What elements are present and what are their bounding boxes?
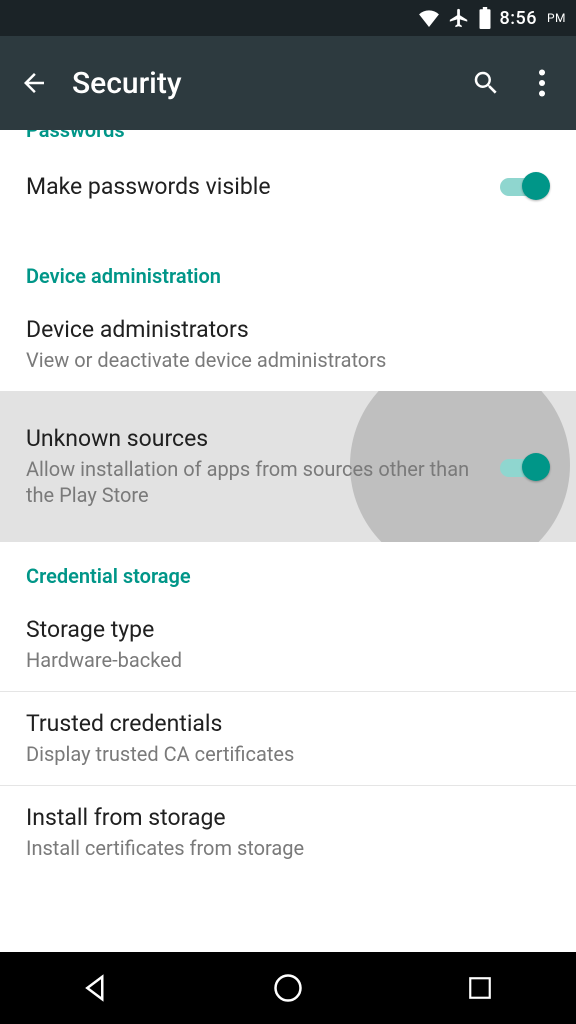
device-administrators-label: Device administrators [26,316,550,343]
section-passwords: Passwords [0,130,576,152]
device-administrators-item[interactable]: Device administrators View or deactivate… [0,298,576,391]
device-administrators-sub: View or deactivate device administrators [26,347,550,373]
back-button[interactable] [6,55,62,111]
page-title: Security [72,66,458,101]
section-device-admin: Device administration [0,242,576,298]
section-credential-storage: Credential storage [0,542,576,598]
storage-type-label: Storage type [26,616,550,643]
search-button[interactable] [458,55,514,111]
nav-recents-button[interactable] [430,964,530,1012]
trusted-credentials-item[interactable]: Trusted credentials Display trusted CA c… [0,692,576,785]
unknown-sources-sub: Allow installation of apps from sources … [26,456,486,508]
storage-type-item[interactable]: Storage type Hardware-backed [0,598,576,691]
unknown-sources-label: Unknown sources [26,425,486,452]
battery-icon [478,7,492,29]
wifi-icon [418,9,440,27]
nav-home-button[interactable] [238,964,338,1012]
navigation-bar [0,952,576,1024]
unknown-sources-item[interactable]: Unknown sources Allow installation of ap… [0,391,576,542]
content-scroll[interactable]: Passwords Make passwords visible Device … [0,130,576,952]
clock-time: 8:56 [500,8,537,29]
unknown-sources-switch[interactable] [498,451,550,483]
make-passwords-visible-label: Make passwords visible [26,173,486,200]
trusted-credentials-sub: Display trusted CA certificates [26,741,550,767]
clock-ampm: PM [547,11,566,25]
make-passwords-visible-switch[interactable] [498,170,550,202]
storage-type-sub: Hardware-backed [26,647,550,673]
overflow-button[interactable] [514,55,570,111]
install-from-storage-item[interactable]: Install from storage Install certificate… [0,786,576,879]
airplane-icon [448,7,470,29]
make-passwords-visible-item[interactable]: Make passwords visible [0,152,576,220]
app-bar: Security [0,36,576,130]
install-from-storage-sub: Install certificates from storage [26,835,550,861]
install-from-storage-label: Install from storage [26,804,550,831]
trusted-credentials-label: Trusted credentials [26,710,550,737]
nav-back-button[interactable] [46,964,146,1012]
status-bar: 8:56 PM [0,0,576,36]
